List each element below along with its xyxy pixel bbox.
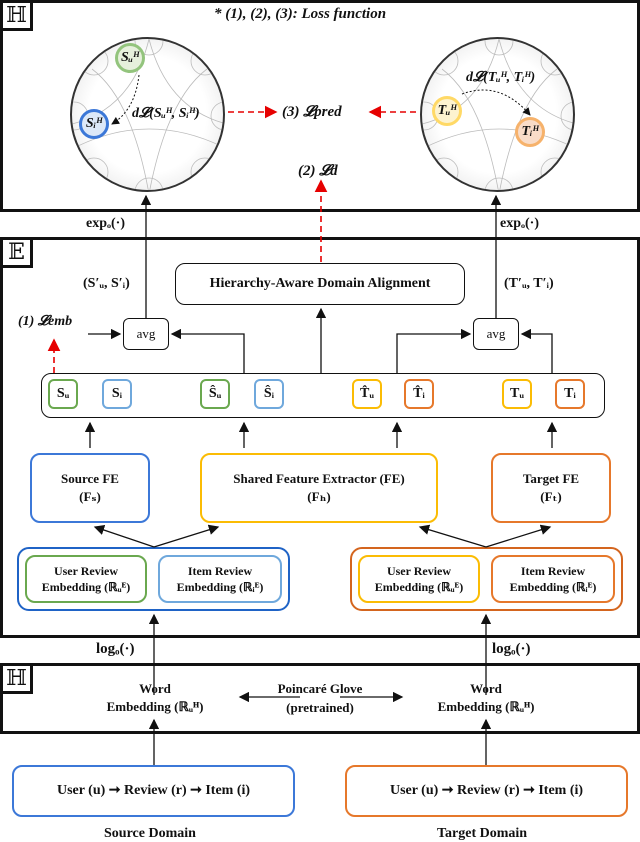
target-pair-label: (T′ᵤ, T′ᵢ) bbox=[504, 276, 554, 291]
target-item-review-title: Item Review bbox=[520, 563, 586, 578]
target-item-node: Tᵢᴴ bbox=[515, 117, 545, 147]
poincare-glove-title: Poincaré Glove bbox=[277, 681, 363, 696]
hyperbolic-space-tag: ℍ bbox=[3, 3, 33, 31]
chip-shared-target-item: T̂ᵢ bbox=[404, 379, 434, 409]
poincare-glove-subtitle: (pretrained) bbox=[286, 699, 354, 715]
embedding-loss-label: (1) 𝓛emb bbox=[18, 314, 73, 329]
target-item-review-embedding: Item Review Embedding (ℝᵢᴱ) bbox=[491, 555, 615, 603]
source-item-review-title: Item Review bbox=[187, 563, 253, 578]
source-fe-box: Source FE (Fₛ) bbox=[30, 453, 150, 523]
log-map-left-label: logₒ(·) bbox=[96, 641, 135, 657]
source-pair-label: (S′ᵤ, S′ᵢ) bbox=[83, 276, 130, 291]
source-fe-title: Source FE bbox=[61, 471, 119, 487]
poincare-glove-label: Poincaré Glove (pretrained) bbox=[255, 680, 385, 718]
target-fe-title: Target FE bbox=[522, 471, 580, 487]
source-domain-flow-box: User (u) ➞ Review (r) ➞ Item (i) bbox=[12, 765, 295, 817]
euclidean-space-tag: 𝔼 bbox=[3, 240, 33, 268]
chip-source-item: Sᵢ bbox=[102, 379, 132, 409]
source-user-review-embedding: User Review Embedding (ℝᵤᴱ) bbox=[25, 555, 147, 603]
avg-source-box: avg bbox=[123, 318, 169, 350]
log-map-right-label: logₒ(·) bbox=[492, 641, 531, 657]
feature-vector-bar: Sᵤ Sᵢ Ŝᵤ Ŝᵢ T̂ᵤ T̂ᵢ Tᵤ Tᵢ bbox=[41, 373, 605, 418]
source-distance-label: d𝓛(Sᵤᴴ, Sᵢᴴ) bbox=[132, 106, 200, 121]
source-item-review-symbol: Embedding (ℝᵢᴱ) bbox=[176, 580, 264, 594]
chip-shared-source-user: Ŝᵤ bbox=[200, 379, 230, 409]
shared-fe-box: Shared Feature Extractor (FE) (Fₕ) bbox=[200, 453, 438, 523]
target-distance-label: d𝓛(Tᵤᴴ, Tᵢᴴ) bbox=[466, 70, 536, 85]
source-fe-symbol: (Fₛ) bbox=[79, 489, 101, 504]
chip-source-user: Sᵤ bbox=[48, 379, 78, 409]
target-word-embedding-symbol: Embedding (ℝᵤᴴ) bbox=[437, 699, 535, 715]
exp-map-left-label: expₒ(·) bbox=[86, 216, 126, 231]
target-domain-flow-box: User (u) ➞ Review (r) ➞ Item (i) bbox=[345, 765, 628, 817]
shared-fe-title: Shared Feature Extractor (FE) bbox=[233, 471, 405, 487]
target-fe-box: Target FE (Fₜ) bbox=[491, 453, 611, 523]
source-user-review-symbol: Embedding (ℝᵤᴱ) bbox=[41, 580, 131, 594]
domain-loss-label: (2) 𝓛d bbox=[298, 163, 338, 179]
exp-map-right-label: expₒ(·) bbox=[500, 216, 540, 231]
target-item-review-symbol: Embedding (ℝᵢᴱ) bbox=[509, 580, 597, 594]
hierarchy-aware-domain-alignment-box: Hierarchy-Aware Domain Alignment bbox=[175, 263, 465, 305]
loss-legend-note: * (1), (2), (3): Loss function bbox=[214, 6, 387, 22]
source-word-embedding-title: Word bbox=[139, 681, 171, 696]
source-word-embedding: Word Embedding (ℝᵤᴴ) bbox=[95, 680, 215, 716]
source-item-review-embedding: Item Review Embedding (ℝᵢᴱ) bbox=[158, 555, 282, 603]
source-domain-caption: Source Domain bbox=[104, 826, 196, 841]
chip-target-item: Tᵢ bbox=[555, 379, 585, 409]
prediction-loss-label: (3) 𝓛pred bbox=[282, 104, 342, 120]
target-user-review-title: User Review bbox=[386, 563, 452, 578]
target-user-review-symbol: Embedding (ℝᵤᴱ) bbox=[374, 580, 464, 594]
target-word-embedding: Word Embedding (ℝᵤᴴ) bbox=[426, 680, 546, 716]
target-fe-symbol: (Fₜ) bbox=[540, 489, 562, 504]
chip-shared-target-user: T̂ᵤ bbox=[352, 379, 382, 409]
source-user-node: Sᵤᴴ bbox=[115, 43, 145, 73]
hyperbolic-space-tag-bottom: ℍ bbox=[3, 666, 33, 694]
target-word-embedding-title: Word bbox=[470, 681, 502, 696]
source-user-review-title: User Review bbox=[53, 563, 119, 578]
shared-fe-symbol: (Fₕ) bbox=[307, 489, 331, 504]
target-embedding-group: User Review Embedding (ℝᵤᴱ) Item Review … bbox=[350, 547, 623, 611]
source-word-embedding-symbol: Embedding (ℝᵤᴴ) bbox=[106, 699, 204, 715]
source-embedding-group: User Review Embedding (ℝᵤᴱ) Item Review … bbox=[17, 547, 290, 611]
target-user-review-embedding: User Review Embedding (ℝᵤᴱ) bbox=[358, 555, 480, 603]
source-item-node: Sᵢᴴ bbox=[79, 109, 109, 139]
avg-target-box: avg bbox=[473, 318, 519, 350]
target-domain-caption: Target Domain bbox=[437, 826, 528, 841]
chip-target-user: Tᵤ bbox=[502, 379, 532, 409]
target-user-node: Tᵤᴴ bbox=[432, 96, 462, 126]
chip-shared-source-item: Ŝᵢ bbox=[254, 379, 284, 409]
